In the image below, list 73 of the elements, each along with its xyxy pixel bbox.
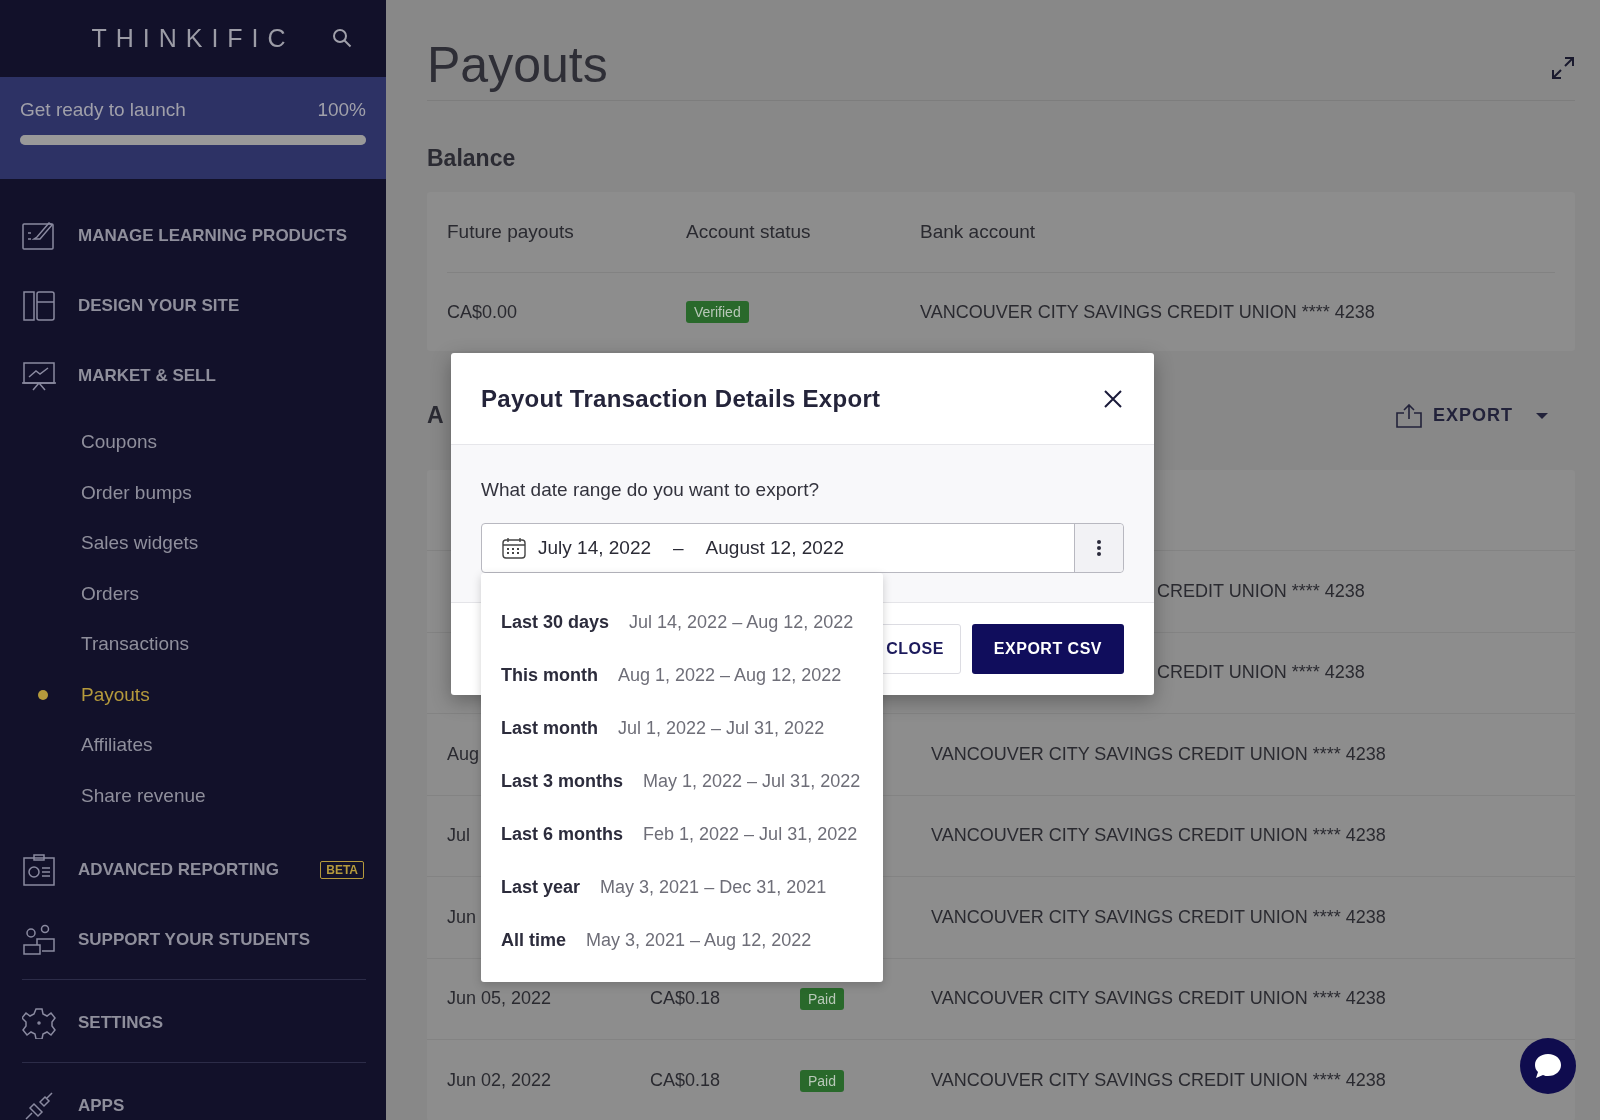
export-button[interactable]: EXPORT [1395, 403, 1575, 428]
nav-section[interactable]: MARKET & SELL [22, 341, 366, 411]
gear-icon [22, 1007, 56, 1039]
date-separator: – [673, 537, 684, 559]
nav-section[interactable]: APPS [22, 1071, 366, 1120]
people-icon [22, 924, 56, 956]
status-badge: Verified [686, 301, 749, 323]
table-cell: Jun 02, 2022 [447, 1069, 552, 1090]
table-cell: VANCOUVER CITY SAVINGS CREDIT UNION **** 4238 [931, 988, 1386, 1010]
launch-panel[interactable]: Get ready to launch 100% [0, 77, 386, 179]
preset-option[interactable]: Last month Jul 1, 2022 – Jul 31, 2022 [481, 702, 883, 755]
calendar-icon [502, 537, 526, 559]
chat-bubble-icon [1533, 1052, 1563, 1080]
nav-item[interactable]: Transactions [81, 633, 190, 656]
preset-option[interactable]: All time May 3, 2021 – Aug 12, 2022 [481, 914, 883, 967]
nav-section[interactable]: SETTINGS [22, 988, 366, 1058]
dialog-title: Payout Transaction Details Export [481, 384, 881, 413]
table-cell: CA$0.18 [650, 988, 721, 1009]
nav-item[interactable]: Coupons [81, 431, 158, 454]
caret-icon [1535, 411, 1549, 420]
nav-item[interactable]: Affiliates [81, 734, 153, 757]
table-cell: VANCOUVER CITY SAVINGS CREDIT UNION **** 4238 [931, 906, 1386, 928]
table-cell: CREDIT UNION **** 4238 [1157, 662, 1365, 684]
status-badge: Paid [800, 1069, 845, 1092]
launch-percent: 100% [317, 99, 366, 121]
table-cell: CA$0.00 [447, 301, 518, 323]
section-heading: Balance [427, 145, 517, 172]
beta-badge: BETA [320, 861, 364, 879]
active-dot [38, 689, 48, 700]
report-icon [22, 854, 56, 886]
close-icon[interactable] [1102, 387, 1124, 410]
column-header: Bank account [920, 221, 1036, 243]
table-cell: Jun 05, 2022 [447, 988, 552, 1009]
nav-section[interactable]: MANAGE LEARNING PRODUCTS [22, 201, 366, 271]
nav-item[interactable]: Payouts [81, 683, 150, 706]
end-date: August 12, 2022 [705, 537, 844, 559]
nav-item[interactable]: Sales widgets [81, 532, 199, 555]
start-date: July 14, 2022 [538, 537, 652, 559]
status-badge: Paid [800, 988, 845, 1011]
expand-icon[interactable] [1551, 56, 1575, 80]
table-cell: Jul [447, 825, 470, 846]
layout-icon [22, 290, 56, 322]
search-icon[interactable] [332, 28, 352, 48]
nav-item[interactable]: Share revenue [81, 784, 206, 807]
page-title: Payouts [427, 36, 608, 94]
table-cell: VANCOUVER CITY SAVINGS CREDIT UNION **** 4238 [931, 1069, 1386, 1091]
table-cell: VANCOUVER CITY SAVINGS CREDIT UNION **** 4238 [920, 301, 1375, 323]
kebab-icon [1097, 540, 1101, 556]
section-heading: A [427, 402, 444, 429]
column-header: Account status [686, 221, 811, 243]
nav-section[interactable]: ADVANCED REPORTING BETA [22, 835, 366, 905]
nav-section[interactable]: SUPPORT YOUR STUDENTS [22, 905, 366, 975]
preset-option[interactable]: Last 3 months May 1, 2022 – Jul 31, 2022 [481, 755, 883, 808]
presentation-chart-icon [22, 360, 56, 392]
edit-icon [22, 220, 56, 252]
table-cell: VANCOUVER CITY SAVINGS CREDIT UNION **** 4238 [931, 825, 1386, 847]
table-cell: Aug [447, 743, 480, 764]
preset-option[interactable]: Last 6 months Feb 1, 2022 – Jul 31, 2022 [481, 808, 883, 861]
table-cell: CA$0.18 [650, 1069, 721, 1090]
dialog-question: What date range do you want to export? [481, 479, 820, 501]
logo[interactable]: THINKIFIC [91, 24, 295, 53]
column-header: Future payouts [447, 221, 574, 243]
date-range-field[interactable]: July 14, 2022 – August 12, 2022 [481, 523, 1124, 573]
table-cell: VANCOUVER CITY SAVINGS CREDIT UNION **** 4238 [931, 743, 1386, 765]
preset-option[interactable]: Last year May 3, 2021 – Dec 31, 2021 [481, 861, 883, 914]
launch-label: Get ready to launch [20, 99, 186, 121]
nav-item[interactable]: Orders [81, 582, 140, 605]
nav-item[interactable]: Order bumps [81, 481, 192, 504]
nav-section[interactable]: DESIGN YOUR SITE [22, 271, 366, 341]
export-csv-button[interactable]: EXPORT CSV [971, 624, 1124, 674]
table-cell: CREDIT UNION **** 4238 [1157, 580, 1365, 602]
upload-icon [1395, 403, 1423, 428]
table-cell: Jun [447, 906, 477, 927]
